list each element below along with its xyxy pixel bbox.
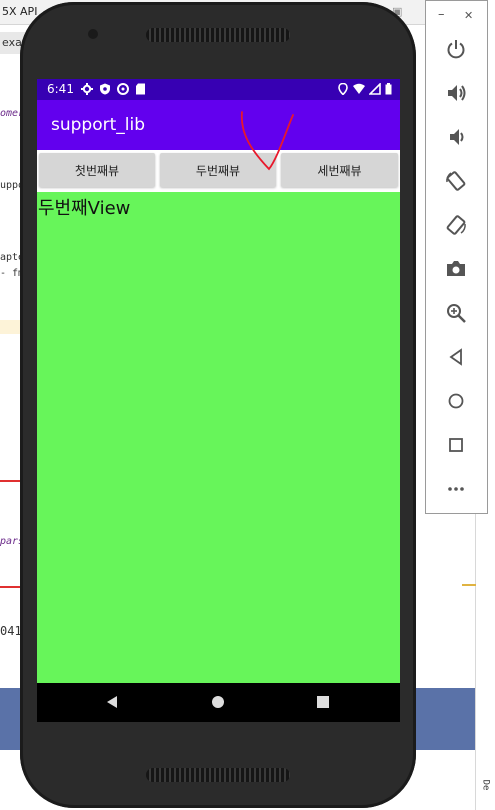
front-camera <box>88 29 98 39</box>
phone-frame: 6:41 support_lib 첫번째뷰 두번째뷰 세번째뷰 두번째View <box>20 2 416 808</box>
code-highlight <box>0 320 20 334</box>
close-icon[interactable]: ✕ <box>464 9 473 22</box>
volume-up-icon[interactable] <box>444 81 468 105</box>
first-view-button[interactable]: 첫번째뷰 <box>39 153 155 187</box>
view-button-row: 첫번째뷰 두번째뷰 세번째뷰 <box>37 150 400 192</box>
sd-card-icon <box>136 83 145 95</box>
ide-marker <box>462 584 476 586</box>
annotation-stroke <box>0 480 22 482</box>
rotate-right-icon[interactable] <box>444 213 468 237</box>
battery-icon <box>385 83 392 95</box>
second-view-button[interactable]: 두번째뷰 <box>160 153 276 187</box>
settings-icon <box>81 83 93 95</box>
back-icon[interactable] <box>444 345 468 369</box>
bottom-speaker <box>146 768 290 782</box>
back-icon[interactable] <box>105 695 119 709</box>
third-view-button[interactable]: 세번째뷰 <box>281 153 398 187</box>
app-content: 첫번째뷰 두번째뷰 세번째뷰 두번째View <box>37 150 400 683</box>
status-time: 6:41 <box>47 82 74 96</box>
wifi-icon <box>353 83 365 94</box>
emulator-window-controls: – ✕ <box>426 1 487 31</box>
camera-icon[interactable] <box>444 257 468 281</box>
volume-down-icon[interactable] <box>444 125 468 149</box>
more-icon[interactable] <box>444 477 468 501</box>
home-icon[interactable] <box>444 389 468 413</box>
app-bar: support_lib <box>37 100 400 150</box>
zoom-icon[interactable] <box>444 301 468 325</box>
status-bar: 6:41 <box>37 79 400 100</box>
code-fragment: 041 <box>0 624 22 638</box>
navigation-bar <box>37 683 400 722</box>
sync-icon <box>117 83 129 95</box>
location-icon <box>338 83 348 95</box>
rotate-left-icon[interactable] <box>444 169 468 193</box>
view-label: 두번째View <box>38 198 131 219</box>
ide-window-title: 5X API <box>2 5 38 18</box>
recents-icon[interactable] <box>316 695 330 709</box>
shield-icon <box>100 83 110 95</box>
minimize-icon[interactable]: – <box>438 7 445 22</box>
signal-icon <box>369 83 381 95</box>
power-icon[interactable] <box>444 37 468 61</box>
second-view: 두번째View <box>37 192 400 683</box>
emulator-toolbar: – ✕ <box>425 0 488 514</box>
home-icon[interactable] <box>211 695 225 709</box>
ide-side-tab[interactable]: De <box>480 780 490 791</box>
overview-icon[interactable] <box>444 433 468 457</box>
phone-screen: 6:41 support_lib 첫번째뷰 두번째뷰 세번째뷰 두번째View <box>37 79 400 722</box>
annotation-stroke <box>0 586 22 588</box>
app-title: support_lib <box>51 115 146 135</box>
top-speaker <box>146 28 290 42</box>
